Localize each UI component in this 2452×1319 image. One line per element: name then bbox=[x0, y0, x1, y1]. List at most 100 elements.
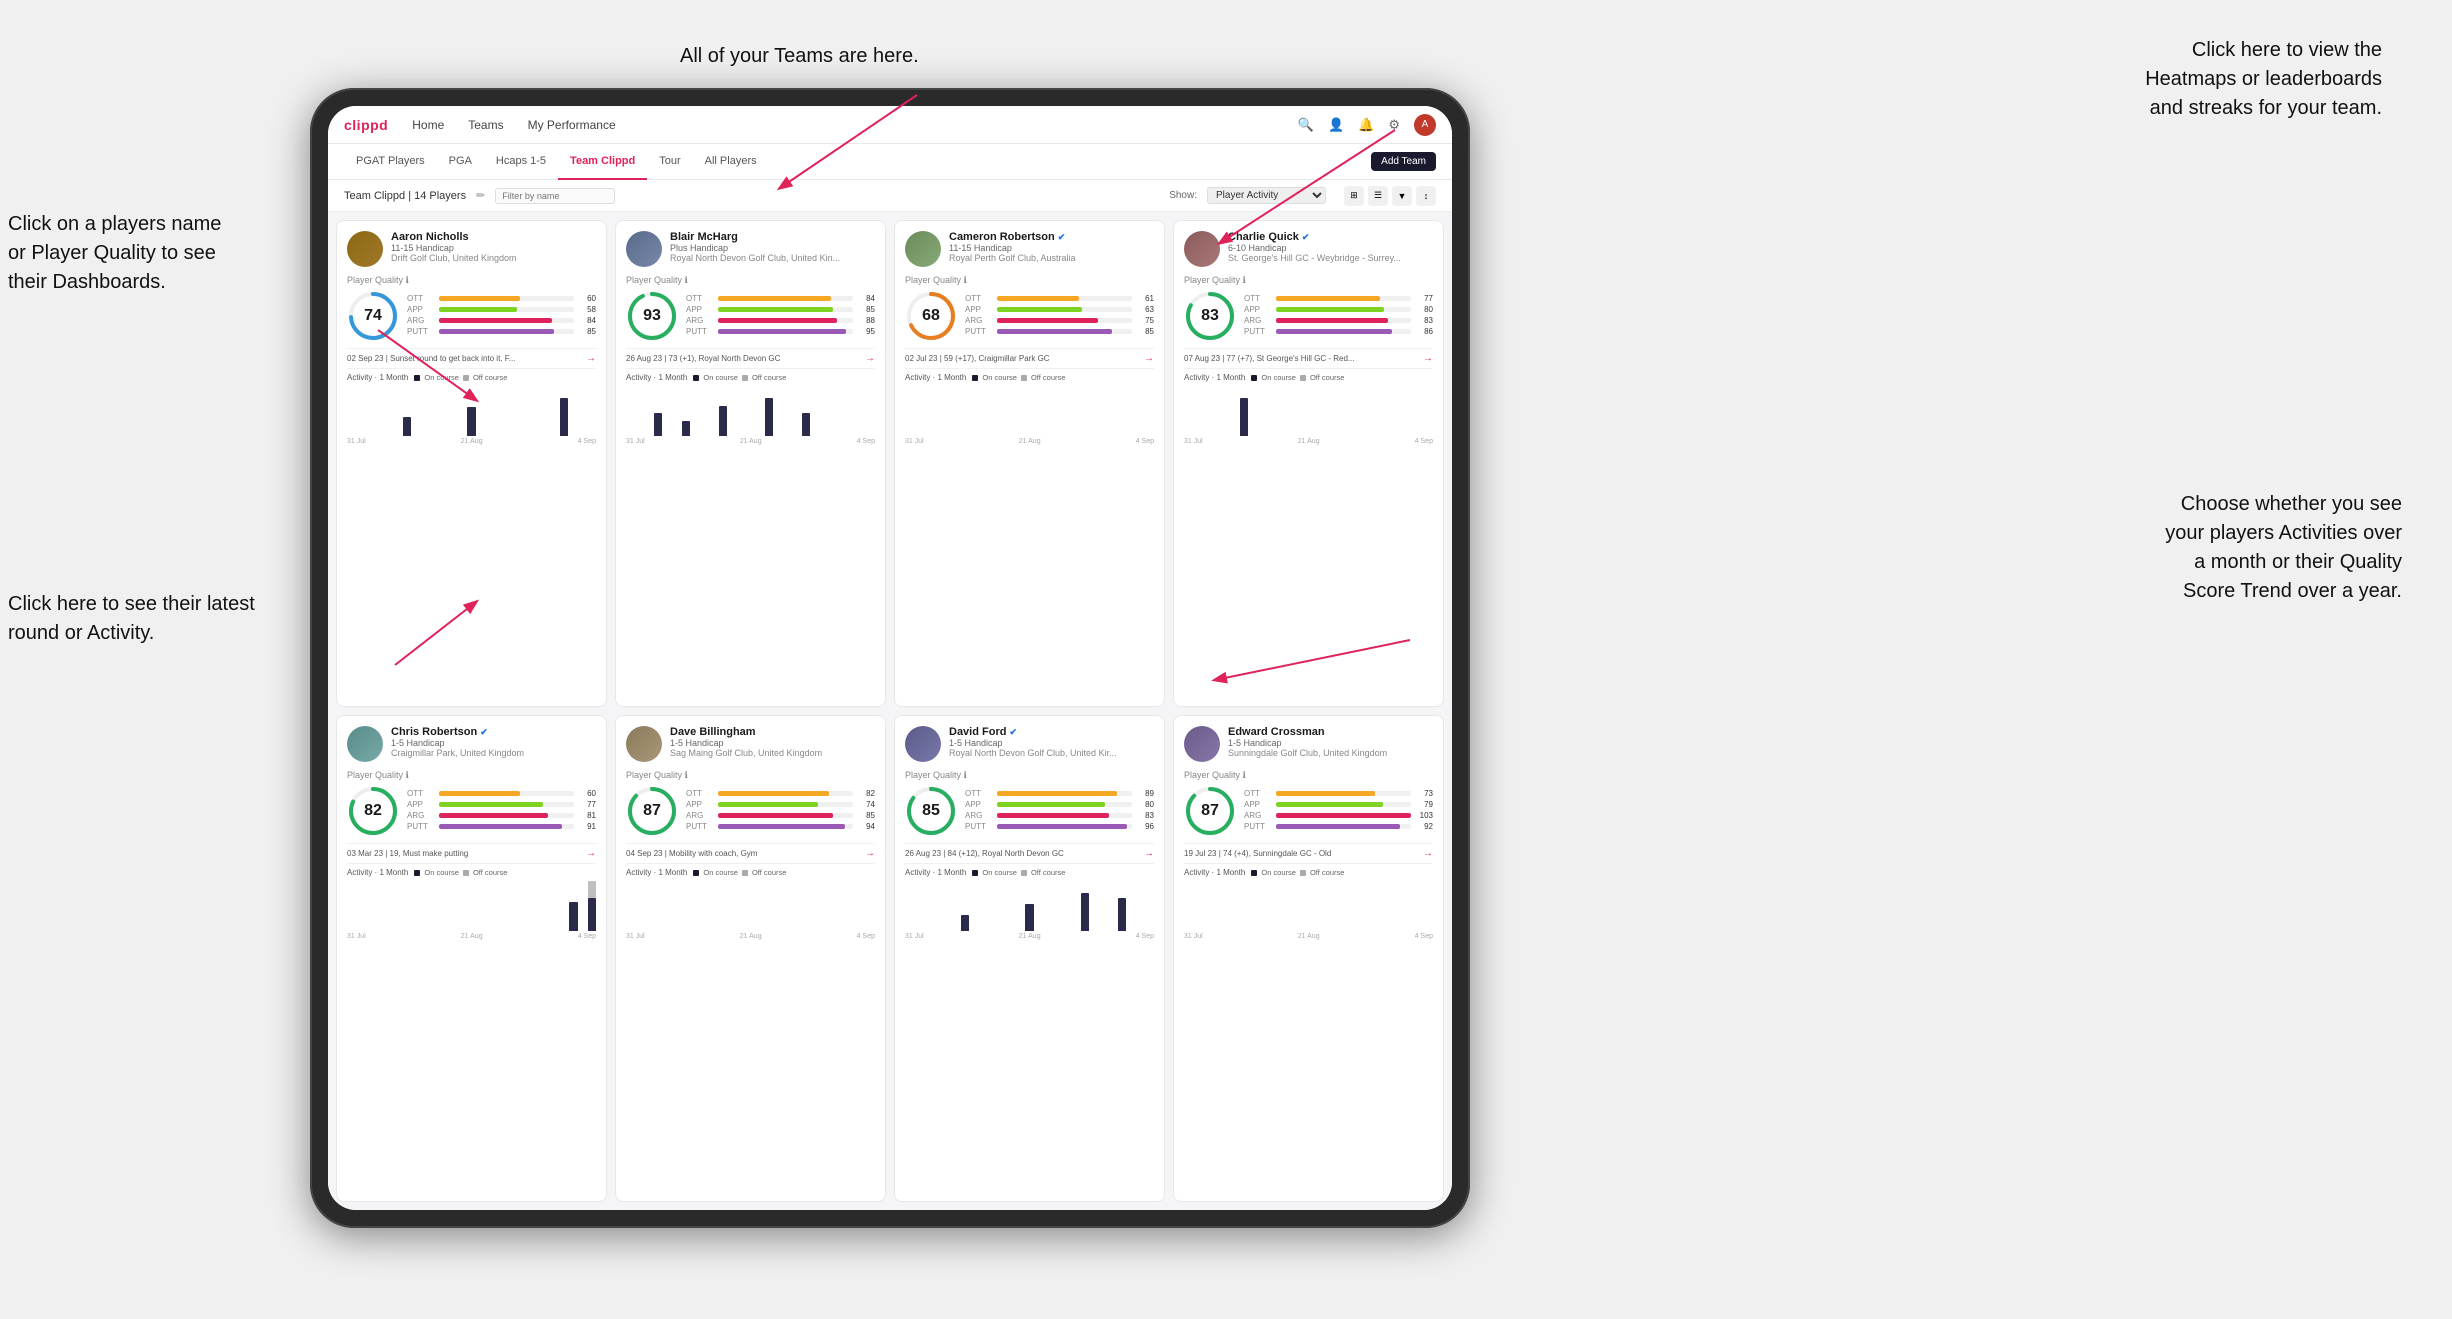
tab-team-clippd[interactable]: Team Clippd bbox=[558, 144, 647, 180]
player-name[interactable]: Blair McHarg bbox=[670, 231, 875, 243]
player-header: Cameron Robertson ✔ 11-15 Handicap Royal… bbox=[905, 231, 1154, 267]
search-icon[interactable]: 🔍 bbox=[1298, 117, 1314, 133]
player-card-blair[interactable]: Blair McHarg Plus Handicap Royal North D… bbox=[615, 220, 886, 707]
player-card-cameron[interactable]: Cameron Robertson ✔ 11-15 Handicap Royal… bbox=[894, 220, 1165, 707]
player-name[interactable]: Edward Crossman bbox=[1228, 726, 1433, 738]
quality-circle[interactable]: 74 bbox=[347, 290, 399, 342]
player-avatar bbox=[1184, 726, 1220, 762]
tab-hcaps[interactable]: Hcaps 1-5 bbox=[484, 144, 558, 180]
bar-group bbox=[988, 881, 996, 931]
on-course-bar bbox=[682, 421, 690, 436]
bar-group bbox=[375, 881, 383, 931]
edit-icon[interactable]: ✏ bbox=[476, 189, 485, 202]
bar-group bbox=[737, 386, 745, 436]
player-name[interactable]: Chris Robertson ✔ bbox=[391, 726, 596, 738]
stat-value-putt: 85 bbox=[1136, 327, 1154, 336]
player-card-charlie[interactable]: Charlie Quick ✔ 6-10 Handicap St. George… bbox=[1173, 220, 1444, 707]
filter-search-input[interactable] bbox=[495, 188, 615, 204]
player-card-david[interactable]: David Ford ✔ 1-5 Handicap Royal North De… bbox=[894, 715, 1165, 1202]
stat-row-ott: OTT 84 bbox=[686, 294, 875, 303]
stat-row-app: APP 58 bbox=[407, 305, 596, 314]
player-card-aaron[interactable]: Aaron Nicholls 11-15 Handicap Drift Golf… bbox=[336, 220, 607, 707]
stat-bar-bg-ott bbox=[997, 296, 1132, 301]
on-course-legend-text: On course bbox=[424, 868, 459, 877]
bar-group bbox=[551, 881, 559, 931]
bar-group bbox=[905, 386, 913, 436]
on-course-legend-dot bbox=[972, 375, 978, 381]
bell-icon[interactable]: 🔔 bbox=[1358, 117, 1374, 133]
grid-view-icon[interactable]: ⊞ bbox=[1344, 186, 1364, 206]
chart-date-label: 31 Jul bbox=[347, 438, 366, 445]
quality-circle[interactable]: 83 bbox=[1184, 290, 1236, 342]
latest-round[interactable]: 26 Aug 23 | 73 (+1), Royal North Devon G… bbox=[626, 348, 875, 368]
stat-row-app: APP 74 bbox=[686, 800, 875, 809]
bar-group bbox=[784, 881, 792, 931]
teams-tooltip: All of your Teams are here. bbox=[680, 42, 919, 71]
quality-circle[interactable]: 85 bbox=[905, 785, 957, 837]
tab-tour[interactable]: Tour bbox=[647, 144, 692, 180]
quality-circle[interactable]: 82 bbox=[347, 785, 399, 837]
settings-icon[interactable]: ⚙ bbox=[1388, 117, 1400, 133]
bar-group bbox=[1379, 386, 1387, 436]
nav-my-performance[interactable]: My Performance bbox=[528, 118, 616, 132]
filter-icon[interactable]: ▼ bbox=[1392, 186, 1412, 206]
on-course-bar bbox=[403, 417, 411, 436]
player-name[interactable]: Charlie Quick ✔ bbox=[1228, 231, 1433, 243]
add-team-button[interactable]: Add Team bbox=[1371, 152, 1436, 171]
chart-date-label: 31 Jul bbox=[905, 438, 924, 445]
latest-round[interactable]: 02 Jul 23 | 59 (+17), Craigmillar Park G… bbox=[905, 348, 1154, 368]
nav-home[interactable]: Home bbox=[412, 118, 444, 132]
tab-pga[interactable]: PGA bbox=[437, 144, 484, 180]
latest-round[interactable]: 03 Mar 23 | 19, Must make putting → bbox=[347, 843, 596, 863]
latest-round[interactable]: 26 Aug 23 | 84 (+12), Royal North Devon … bbox=[905, 843, 1154, 863]
bar-group bbox=[914, 386, 922, 436]
player-name[interactable]: David Ford ✔ bbox=[949, 726, 1154, 738]
chart-date-label: 4 Sep bbox=[1415, 933, 1433, 940]
player-card-edward[interactable]: Edward Crossman 1-5 Handicap Sunningdale… bbox=[1173, 715, 1444, 1202]
bar-group bbox=[942, 386, 950, 436]
player-card-chris[interactable]: Chris Robertson ✔ 1-5 Handicap Craigmill… bbox=[336, 715, 607, 1202]
bar-group bbox=[821, 386, 829, 436]
profile-icon[interactable]: 👤 bbox=[1328, 117, 1344, 133]
player-name[interactable]: Aaron Nicholls bbox=[391, 231, 596, 243]
bar-group bbox=[1053, 386, 1061, 436]
latest-round[interactable]: 07 Aug 23 | 77 (+7), St George's Hill GC… bbox=[1184, 348, 1433, 368]
stat-row-putt: PUTT 92 bbox=[1244, 822, 1433, 831]
quality-circle[interactable]: 87 bbox=[1184, 785, 1236, 837]
tab-all-players[interactable]: All Players bbox=[693, 144, 769, 180]
stat-value-putt: 96 bbox=[1136, 822, 1154, 831]
player-handicap: 1-5 Handicap bbox=[1228, 738, 1433, 748]
latest-round[interactable]: 02 Sep 23 | Sunset round to get back int… bbox=[347, 348, 596, 368]
avatar-icon[interactable]: A bbox=[1414, 114, 1436, 136]
player-name[interactable]: Dave Billingham bbox=[670, 726, 875, 738]
bar-group bbox=[1314, 881, 1322, 931]
stat-bar-app bbox=[1276, 802, 1383, 807]
quality-circle[interactable]: 93 bbox=[626, 290, 678, 342]
list-view-icon[interactable]: ☰ bbox=[1368, 186, 1388, 206]
quality-circle[interactable]: 87 bbox=[626, 785, 678, 837]
verified-icon: ✔ bbox=[480, 727, 488, 738]
latest-round[interactable]: 19 Jul 23 | 74 (+4), Sunningdale GC - Ol… bbox=[1184, 843, 1433, 863]
bar-group bbox=[700, 386, 708, 436]
quality-circle[interactable]: 68 bbox=[905, 290, 957, 342]
bar-group bbox=[635, 386, 643, 436]
bar-group bbox=[458, 386, 466, 436]
stat-bar-bg-app bbox=[718, 802, 853, 807]
tab-pgat-players[interactable]: PGAT Players bbox=[344, 144, 437, 180]
show-select[interactable]: Player Activity Quality Score Trend bbox=[1207, 187, 1326, 204]
round-arrow-icon: → bbox=[1423, 848, 1433, 859]
sort-icon[interactable]: ↕ bbox=[1416, 186, 1436, 206]
stat-bar-bg-ott bbox=[997, 791, 1132, 796]
player-name[interactable]: Cameron Robertson ✔ bbox=[949, 231, 1154, 243]
nav-teams[interactable]: Teams bbox=[468, 118, 503, 132]
player-header: Aaron Nicholls 11-15 Handicap Drift Golf… bbox=[347, 231, 596, 267]
quality-label: Player Quality ℹ bbox=[347, 275, 596, 286]
activity-label: Activity · 1 Month bbox=[1184, 373, 1245, 382]
off-course-legend-text: Off course bbox=[473, 868, 507, 877]
player-card-dave[interactable]: Dave Billingham 1-5 Handicap Sag Maing G… bbox=[615, 715, 886, 1202]
bar-group bbox=[486, 881, 494, 931]
player-info: David Ford ✔ 1-5 Handicap Royal North De… bbox=[949, 726, 1154, 758]
latest-round[interactable]: 04 Sep 23 | Mobility with coach, Gym → bbox=[626, 843, 875, 863]
chart-labels: 31 Jul21 Aug4 Sep bbox=[1184, 933, 1433, 940]
player-club: Royal North Devon Golf Club, United Kir.… bbox=[949, 748, 1154, 758]
